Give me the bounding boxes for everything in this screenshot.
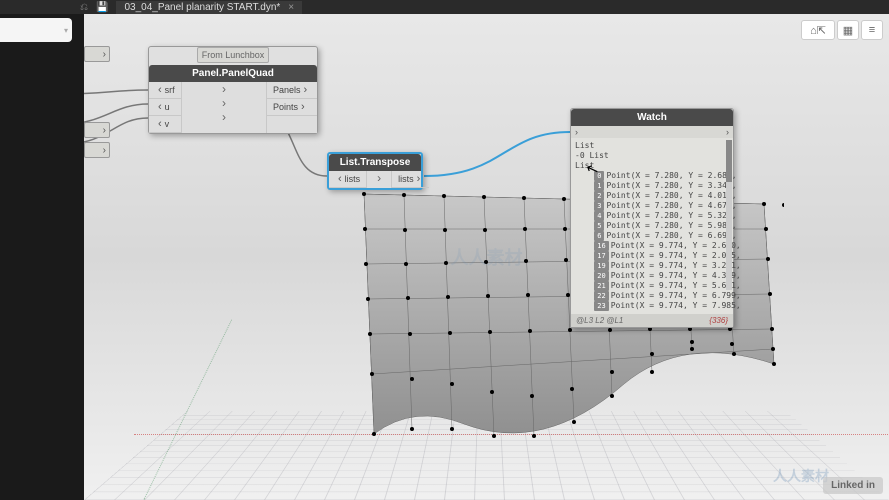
stub-node-3[interactable]: › xyxy=(84,142,110,158)
node-title: Watch xyxy=(571,109,733,126)
stub-node-2[interactable]: › xyxy=(84,122,110,138)
recent-icon[interactable]: ⎌ xyxy=(80,2,88,13)
watch-sublist-0: -0 List xyxy=(575,151,729,161)
node-watch[interactable]: Watch ›› List -0 List List 0Point(X = 7.… xyxy=(570,108,734,328)
node-title: List.Transpose xyxy=(329,154,421,171)
grid-button[interactable]: ▦ xyxy=(837,20,859,40)
port-in[interactable]: › xyxy=(575,127,578,137)
watermark-center: 人人素材 xyxy=(451,244,523,270)
save-icon[interactable]: 💾 xyxy=(96,2,108,13)
tab-bar: ⎌ 💾 03_04_Panel planarity START.dyn* × xyxy=(0,0,889,14)
watch-output[interactable]: List -0 List List 0Point(X = 7.280, Y = … xyxy=(571,138,733,314)
watch-row: 4Point(X = 7.280, Y = 5.322, xyxy=(575,211,729,221)
port-out-panels[interactable]: Panels xyxy=(267,82,317,99)
tab-filename: 03_04_Panel planarity START.dyn* xyxy=(124,2,280,13)
stub-node-1[interactable]: › xyxy=(84,46,110,62)
watch-row: 21Point(X = 9.774, Y = 5.601, xyxy=(575,281,729,291)
sidebar-search[interactable]: ▾ xyxy=(0,18,72,42)
canvas-toolbar: ⌂⇱ ▦ ≡ xyxy=(801,20,883,40)
watch-path: @L3 L2 @L1 xyxy=(576,316,623,325)
view-3d-button[interactable]: ⌂⇱ xyxy=(801,20,835,40)
watch-row: 2Point(X = 7.280, Y = 4.013, xyxy=(575,191,729,201)
node-chevron: › xyxy=(366,171,392,188)
node-panel-panelquad[interactable]: From Lunchbox Panel.PanelQuad srf u v ››… xyxy=(148,46,318,134)
watch-row: 22Point(X = 9.774, Y = 6.799, xyxy=(575,291,729,301)
graph-canvas[interactable]: › › › From Lunchbox Panel.PanelQuad srf … xyxy=(84,14,889,500)
watch-row: 3Point(X = 7.280, Y = 4.670, xyxy=(575,201,729,211)
port-in-v[interactable]: v xyxy=(149,116,181,133)
node-title: Panel.PanelQuad xyxy=(149,65,317,82)
watch-sublist-1: List xyxy=(575,161,729,171)
menu-button[interactable]: ≡ xyxy=(861,20,883,40)
node-list-transpose[interactable]: List.Transpose lists › lists xyxy=(327,152,423,190)
watch-row: 19Point(X = 9.774, Y = 3.201, xyxy=(575,261,729,271)
watch-row: 23Point(X = 9.774, Y = 7.985, xyxy=(575,301,729,311)
close-icon[interactable]: × xyxy=(288,2,294,13)
node-badge: From Lunchbox xyxy=(197,47,270,63)
watch-row: 1Point(X = 7.280, Y = 3.347, xyxy=(575,181,729,191)
watch-row: 16Point(X = 9.774, Y = 2.680, xyxy=(575,241,729,251)
file-tab[interactable]: 03_04_Panel planarity START.dyn* × xyxy=(116,1,302,14)
x-axis xyxy=(134,434,889,435)
watch-row: 0Point(X = 7.280, Y = 2.680, xyxy=(575,171,729,181)
watch-list-root: List xyxy=(575,141,729,151)
node-chevron: ››› xyxy=(181,82,267,133)
linkedin-badge: Linked in xyxy=(823,477,883,494)
left-sidebar: ▾ xyxy=(0,14,84,500)
floor-grid xyxy=(84,411,889,500)
watch-footer: @L3 L2 @L1 {336} xyxy=(571,314,733,327)
port-out[interactable]: › xyxy=(726,127,729,137)
watch-row: 6Point(X = 7.280, Y = 6.692, xyxy=(575,231,729,241)
watch-count: {336} xyxy=(709,316,728,325)
port-in-lists[interactable]: lists xyxy=(329,171,366,188)
watch-row: 20Point(X = 9.774, Y = 4.399, xyxy=(575,271,729,281)
scrollbar[interactable] xyxy=(726,140,732,290)
port-in-u[interactable]: u xyxy=(149,99,181,116)
watch-row: 17Point(X = 9.774, Y = 2.015, xyxy=(575,251,729,261)
watch-ports: ›› xyxy=(571,126,733,138)
watch-row: 5Point(X = 7.280, Y = 5.987, xyxy=(575,221,729,231)
port-out-lists[interactable]: lists xyxy=(392,171,429,188)
port-in-srf[interactable]: srf xyxy=(149,82,181,99)
port-out-points[interactable]: Points xyxy=(267,99,317,116)
